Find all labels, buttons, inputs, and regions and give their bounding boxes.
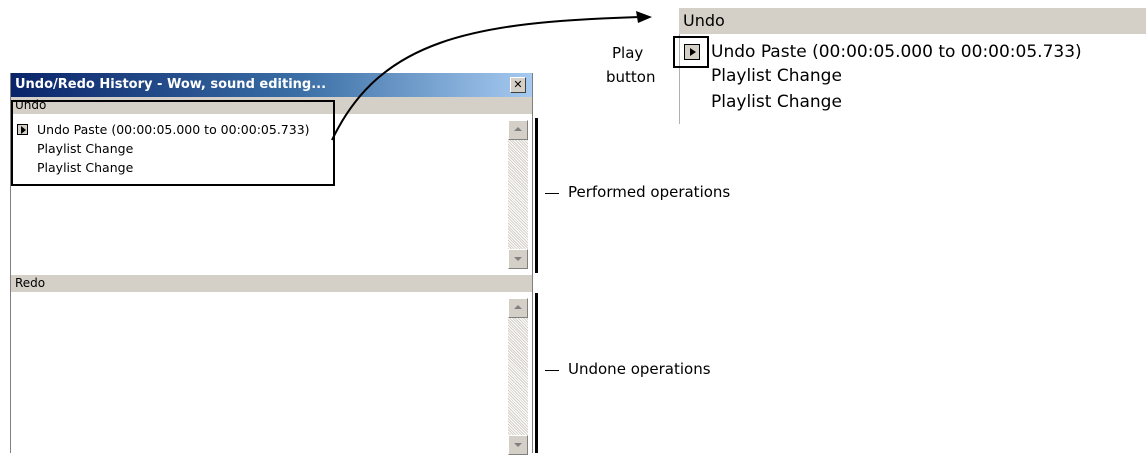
undone-operations-label: Undone operations: [568, 360, 711, 378]
callout-arrow: [331, 11, 652, 141]
zoom-undo-item: Playlist Change: [711, 92, 842, 112]
performed-operations-label: Performed operations: [568, 183, 731, 201]
performed-callout-line: [545, 193, 559, 194]
zoom-item-label: Undo Paste (00:00:05.000 to 00:00:05.733…: [711, 42, 1082, 62]
play-button-highlight: [673, 36, 709, 68]
zoom-undo-header: Undo: [679, 8, 1146, 34]
play-button-label-line2: button: [606, 68, 656, 86]
performed-bracket: [535, 118, 538, 273]
zoom-undo-item: Playlist Change: [711, 66, 842, 86]
undone-callout-line: [545, 370, 559, 371]
undone-bracket: [535, 293, 538, 453]
play-button-label-line1: Play: [612, 44, 644, 62]
